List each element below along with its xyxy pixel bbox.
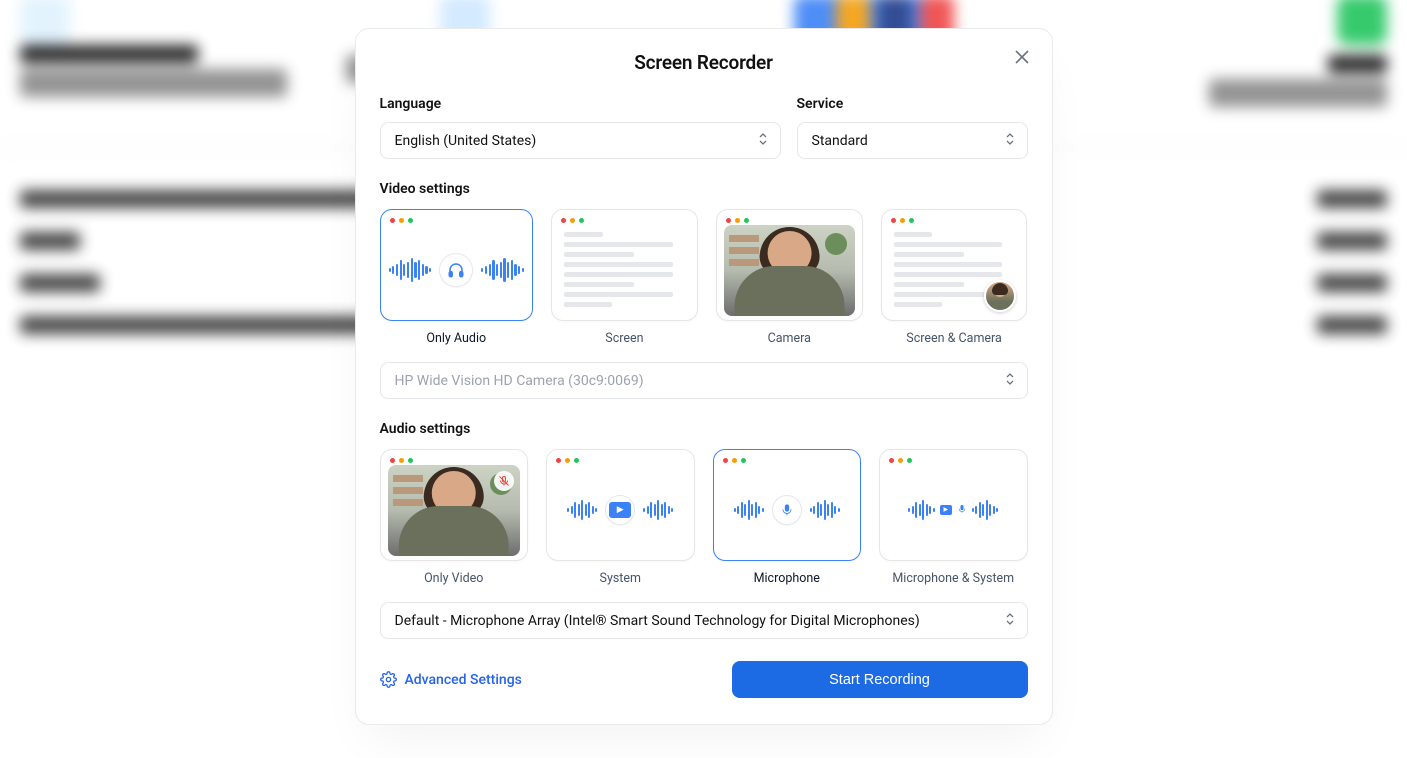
microphone-icon [772, 495, 802, 525]
service-value: Standard [812, 133, 868, 149]
advanced-settings-label: Advanced Settings [405, 672, 522, 688]
gear-icon [380, 671, 397, 688]
window-controls-icon [552, 210, 697, 227]
video-option-label: Only Audio [380, 331, 534, 346]
service-label: Service [797, 96, 1028, 112]
video-option-screen[interactable] [551, 209, 698, 321]
start-recording-button[interactable]: Start Recording [732, 661, 1028, 698]
audio-option-only-video[interactable] [380, 449, 529, 561]
audio-options: Only Video ▶ System [380, 449, 1028, 586]
advanced-settings-link[interactable]: Advanced Settings [380, 671, 522, 688]
audio-option-microphone[interactable] [713, 449, 862, 561]
video-option-camera[interactable] [716, 209, 863, 321]
service-select[interactable]: Standard [797, 122, 1028, 159]
chevron-updown-icon [758, 132, 768, 150]
microphone-device-select[interactable]: Default - Microphone Array (Intel® Smart… [380, 602, 1028, 639]
microphone-icon [957, 500, 967, 519]
video-option-only-audio[interactable] [380, 209, 534, 321]
language-label: Language [380, 96, 781, 112]
chevron-updown-icon [1005, 132, 1015, 150]
camera-preview-icon [388, 465, 521, 556]
audio-option-mic-system[interactable]: ▶ [879, 449, 1028, 561]
video-option-label: Screen [551, 331, 698, 346]
camera-device-value: HP Wide Vision HD Camera (30c9:0069) [395, 373, 644, 389]
chevron-updown-icon [1005, 612, 1015, 630]
video-settings-label: Video settings [380, 181, 1028, 197]
modal-title: Screen Recorder [380, 51, 1028, 74]
screen-recorder-modal: Screen Recorder Language English (United… [355, 28, 1053, 725]
close-button[interactable] [1010, 45, 1034, 69]
audio-waveform-icon: ▶ [567, 495, 673, 525]
video-options: Only Audio Screen Camera [380, 209, 1028, 346]
microphone-device-value: Default - Microphone Array (Intel® Smart… [395, 613, 920, 629]
audio-option-label: Only Video [380, 571, 529, 586]
language-value: English (United States) [395, 133, 537, 149]
language-select[interactable]: English (United States) [380, 122, 781, 159]
screen-play-icon: ▶ [940, 505, 952, 515]
window-controls-icon [880, 450, 1027, 467]
audio-option-system[interactable]: ▶ [546, 449, 695, 561]
window-controls-icon [882, 210, 1027, 227]
camera-preview-icon [724, 225, 855, 316]
chevron-updown-icon [1005, 372, 1015, 390]
modal-overlay: Screen Recorder Language English (United… [0, 0, 1407, 758]
video-option-screen-camera[interactable] [881, 209, 1028, 321]
audio-waveform-icon [734, 495, 840, 525]
headphones-icon [439, 253, 473, 287]
window-controls-icon [547, 450, 694, 467]
window-controls-icon [381, 210, 533, 227]
video-option-label: Screen & Camera [881, 331, 1028, 346]
close-icon [1015, 50, 1029, 64]
camera-device-select[interactable]: HP Wide Vision HD Camera (30c9:0069) [380, 362, 1028, 399]
audio-option-label: System [546, 571, 695, 586]
window-controls-icon [714, 450, 861, 467]
audio-option-label: Microphone & System [879, 571, 1028, 586]
mic-muted-icon [494, 471, 514, 491]
audio-waveform-icon [389, 253, 525, 287]
audio-option-label: Microphone [713, 571, 862, 586]
audio-settings-label: Audio settings [380, 421, 1028, 437]
audio-waveform-icon: ▶ [908, 500, 998, 520]
video-option-label: Camera [716, 331, 863, 346]
screen-play-icon: ▶ [605, 495, 635, 525]
document-lines-icon [552, 227, 697, 320]
